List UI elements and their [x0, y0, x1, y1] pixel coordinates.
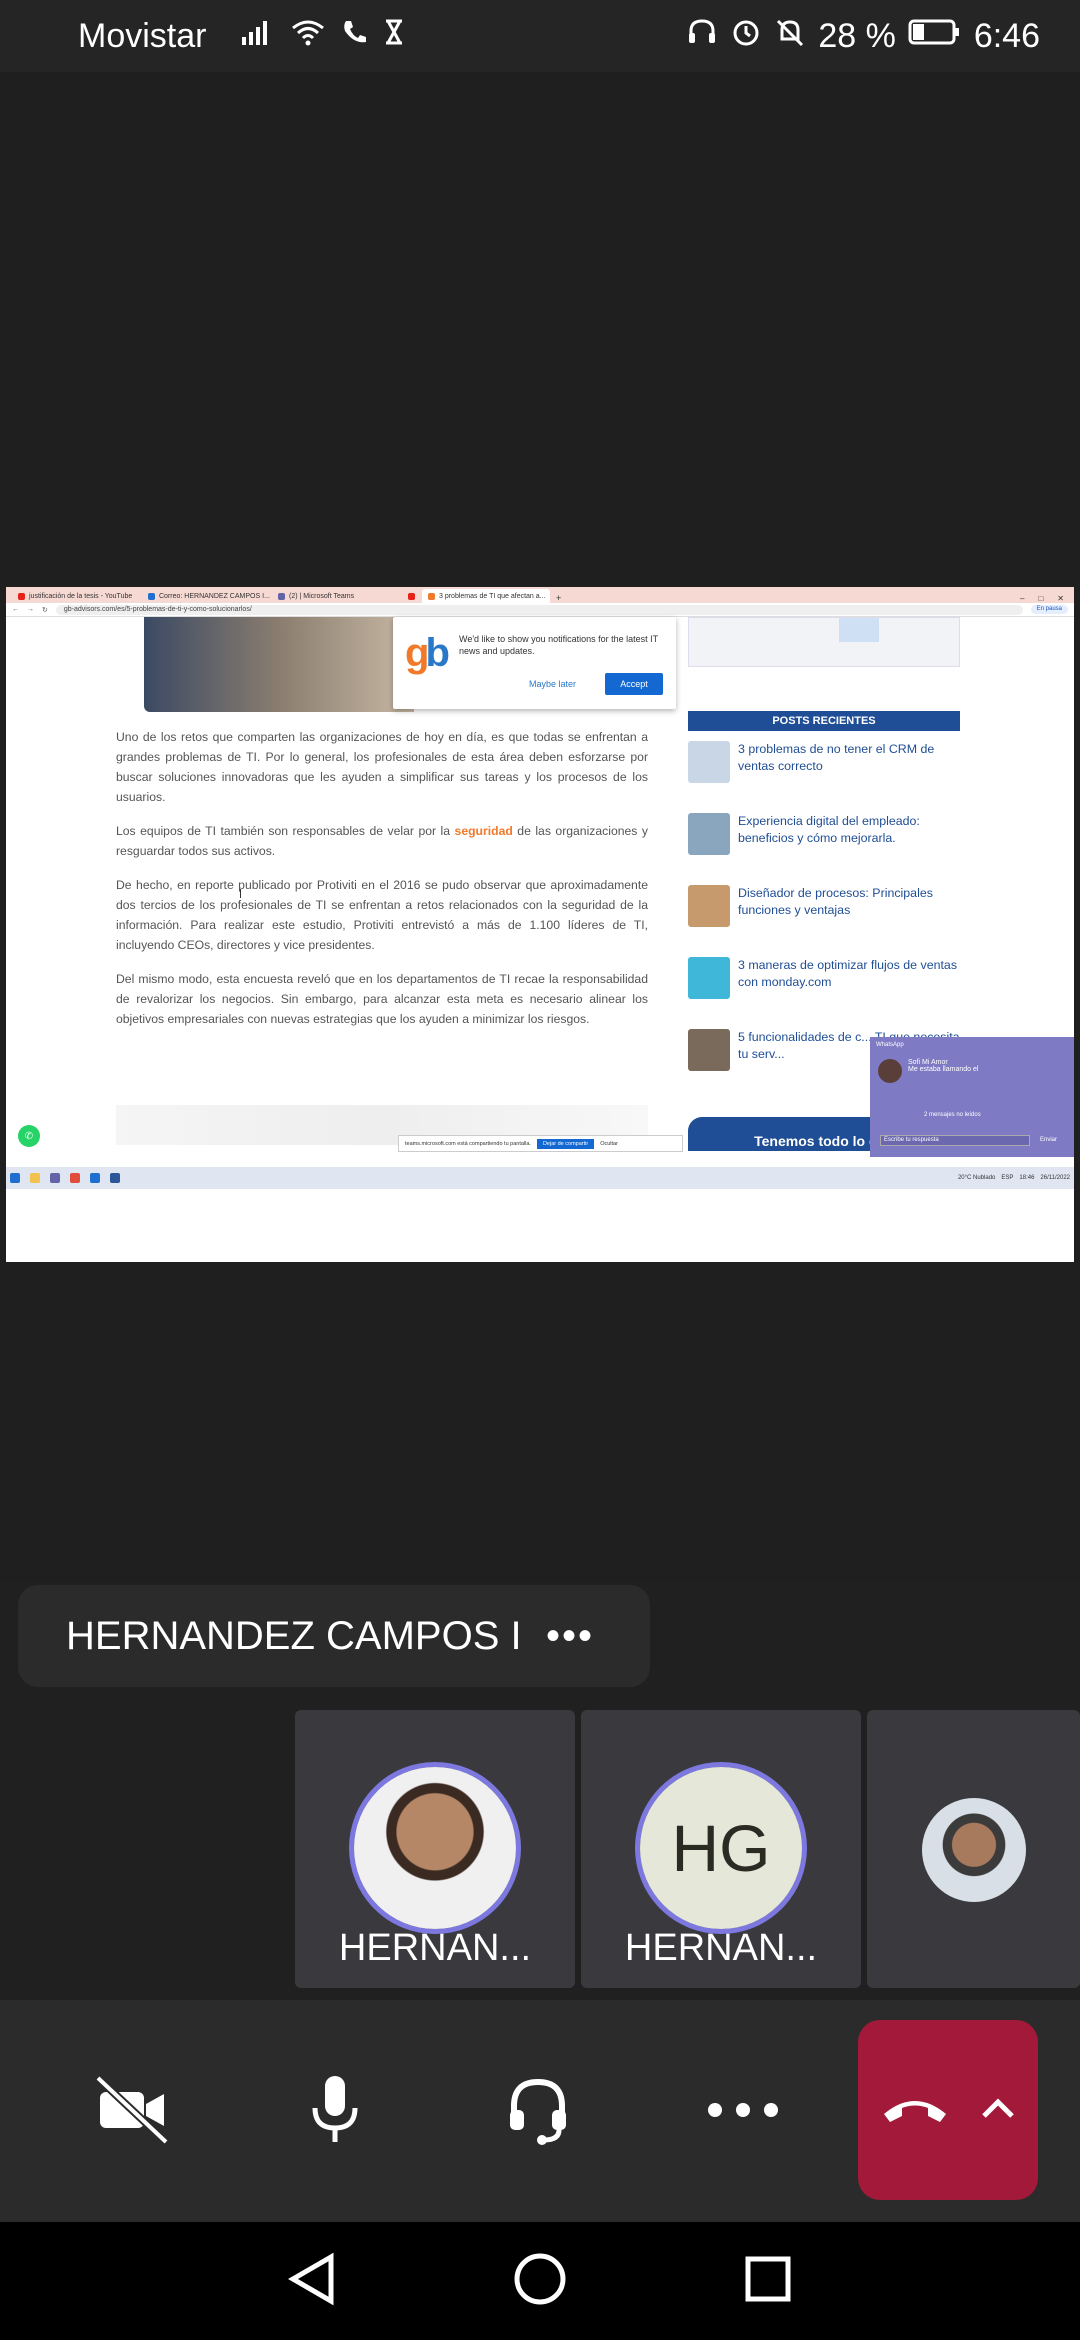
shared-screen-stage[interactable]: justificación de la tesis - YouTube Corr…: [0, 72, 1080, 1582]
shared-desktop: justificación de la tesis - YouTube Corr…: [6, 587, 1074, 1262]
headset-icon[interactable]: [488, 2060, 588, 2160]
alarm-icon: [730, 17, 762, 56]
status-bar: Movistar 28 % 6:46: [0, 0, 1080, 72]
close-icon[interactable]: ✕: [1057, 594, 1064, 603]
microphone-icon[interactable]: [285, 2060, 385, 2160]
recent-post[interactable]: 3 problemas de no tener el CRM de ventas…: [688, 741, 960, 789]
participant-strip: HERNAN... HG HERNAN...: [0, 1710, 1080, 1990]
browser-tab-bar: justificación de la tesis - YouTube Corr…: [6, 587, 1074, 603]
recents-nav-icon[interactable]: [743, 2254, 793, 2309]
reload-icon[interactable]: ↻: [42, 606, 48, 614]
recent-post[interactable]: Diseñador de procesos: Principales funci…: [688, 885, 960, 933]
back-nav-icon[interactable]: [287, 2251, 337, 2312]
address-bar-row: ← → ↻ gb-advisors.com/es/5-problemas-de-…: [6, 603, 1074, 617]
maybe-later-button[interactable]: Maybe later: [529, 679, 576, 689]
participant-avatar: [922, 1798, 1026, 1902]
home-nav-icon[interactable]: [512, 2251, 568, 2312]
participant-name: HERNAN...: [338, 1927, 532, 1969]
participant-initials: HG: [640, 1767, 802, 1929]
youtube-icon: [18, 592, 25, 600]
article-paragraph: Los equipos de TI también son responsabl…: [116, 824, 648, 858]
post-thumbnail: [688, 885, 730, 927]
mute-bell-icon: [774, 17, 806, 56]
presenter-caption[interactable]: HERNANDEZ CAMPOS I •••: [18, 1585, 650, 1687]
browser-tab[interactable]: [402, 589, 420, 603]
more-options-icon[interactable]: •••: [546, 1614, 594, 1659]
post-thumbnail: [688, 957, 730, 999]
web-page: gb We'd like to show you notifications f…: [6, 617, 1074, 1232]
battery-icon: [908, 17, 962, 56]
more-actions-icon[interactable]: [693, 2060, 793, 2160]
post-thumbnail: [688, 1029, 730, 1071]
clock: 6:46: [973, 16, 1040, 55]
teams-icon: [278, 592, 285, 600]
notification-text: We'd like to show you notifications for …: [459, 634, 658, 656]
article-paragraph: De hecho, en reporte publicado por Proti…: [116, 878, 648, 952]
participant-avatar: [349, 1762, 521, 1934]
outlook-icon: [148, 592, 155, 600]
maximize-icon[interactable]: □: [1038, 594, 1043, 603]
browser-tab[interactable]: justificación de la tesis - YouTube: [12, 589, 140, 603]
article-paragraph: Uno de los retos que comparten las organ…: [116, 730, 648, 804]
post-thumbnail: [688, 741, 730, 783]
participant-name: HERNAN...: [624, 1927, 818, 1969]
article-paragraph: Del mismo modo, esta encuesta reveló que…: [116, 972, 648, 1026]
gb-logo-icon: gb: [405, 631, 450, 675]
participant-tile[interactable]: HG HERNAN...: [581, 1710, 861, 1988]
browser-tab-active[interactable]: 3 problemas de TI que afectan a...: [422, 589, 550, 603]
profile-pill[interactable]: En pausa: [1030, 605, 1068, 614]
forward-icon[interactable]: →: [27, 606, 34, 613]
participant-avatar: HG: [635, 1762, 807, 1934]
browser-tab[interactable]: Correo: HERNANDEZ CAMPOS I...: [142, 589, 270, 603]
record-icon: [408, 592, 415, 600]
wifi-icon: [290, 17, 326, 56]
recent-post[interactable]: 5 funcionalidades de c... TI que necesit…: [688, 1029, 960, 1077]
post-thumbnail: [688, 813, 730, 855]
battery-percent: 28 %: [818, 16, 896, 55]
headset-status-icon: [686, 17, 718, 56]
recent-post[interactable]: Experiencia digital del empleado: benefi…: [688, 813, 960, 861]
system-nav-bar: [0, 2222, 1080, 2340]
security-link[interactable]: seguridad: [455, 824, 513, 838]
presenter-name: HERNANDEZ CAMPOS I: [66, 1613, 522, 1658]
hourglass-icon: [382, 17, 406, 56]
chevron-up-icon[interactable]: [980, 2096, 1016, 2125]
back-icon[interactable]: ←: [12, 606, 19, 613]
article-body: Uno de los retos que comparten las organ…: [116, 727, 648, 1043]
phone-hangup-icon: [880, 2088, 950, 2133]
gb-favicon-icon: [428, 592, 435, 600]
notification-prompt: gb We'd like to show you notifications f…: [393, 617, 676, 709]
call-icon: [340, 17, 368, 56]
recent-posts-title: POSTS RECIENTES: [688, 711, 960, 731]
call-controls: [0, 2000, 1080, 2222]
minimize-icon[interactable]: –: [1020, 594, 1024, 603]
accept-button[interactable]: Accept: [605, 673, 663, 695]
sidebar-image: [688, 617, 960, 667]
url-field[interactable]: gb-advisors.com/es/5-problemas-de-ti-y-c…: [55, 604, 1023, 615]
mouse-cursor-icon: [240, 889, 246, 898]
carrier-label: Movistar: [78, 16, 207, 55]
camera-off-icon[interactable]: [82, 2060, 182, 2160]
recent-post[interactable]: 3 maneras de optimizar flujos de ventas …: [688, 957, 960, 1005]
participant-tile[interactable]: HERNAN...: [295, 1710, 575, 1988]
article-hero-image: [144, 617, 414, 712]
signal-icon: [240, 17, 276, 56]
browser-tab[interactable]: (2) | Microsoft Teams: [272, 589, 400, 603]
new-tab-icon[interactable]: +: [556, 593, 561, 603]
hang-up-button[interactable]: [858, 2020, 1038, 2200]
